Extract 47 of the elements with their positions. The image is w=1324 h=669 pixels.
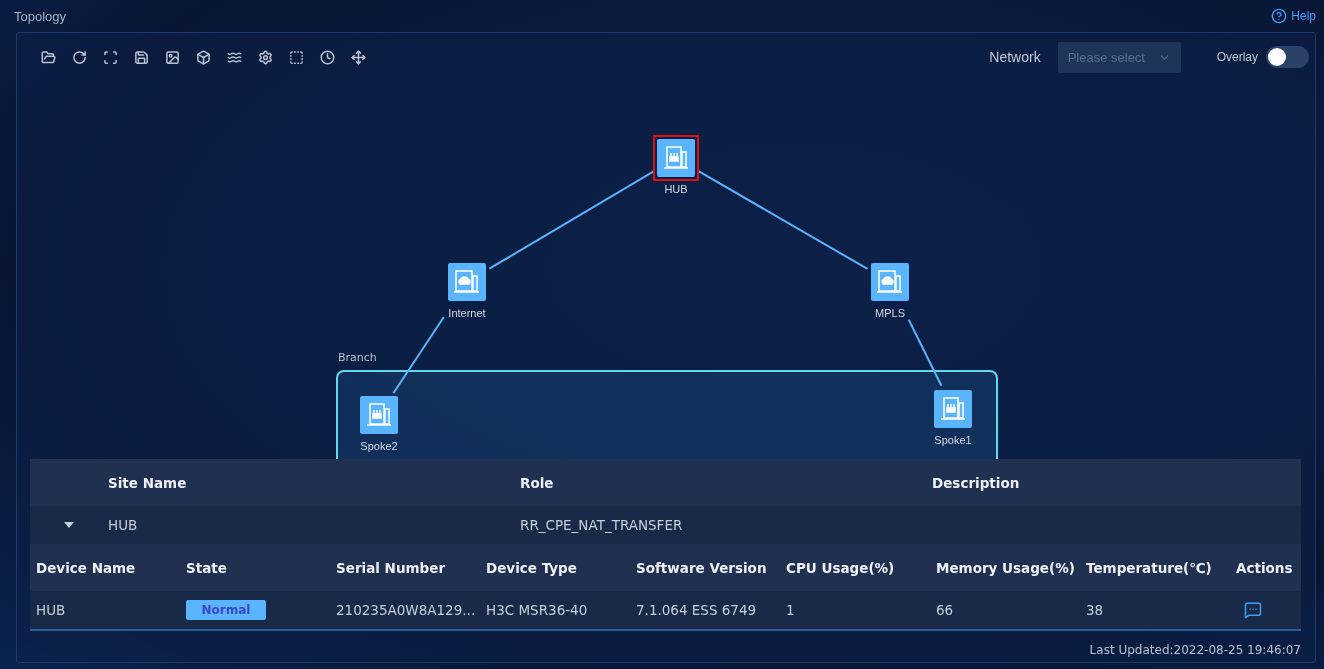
column-header: CPU Usage(%) xyxy=(786,559,896,576)
last-updated-text: Last Updated:2022-08-25 19:46:07 xyxy=(1089,643,1301,657)
column-header: Device Name xyxy=(36,559,137,576)
column-header: State xyxy=(186,559,228,576)
column-header: Description xyxy=(932,474,1021,491)
group-label: Branch xyxy=(338,351,377,364)
overlay-toggle[interactable] xyxy=(1266,46,1309,68)
column-header: Memory Usage(%) xyxy=(936,559,1076,576)
column-header: Serial Number xyxy=(336,559,447,576)
table-cell-text: RR_CPE_NAT_TRANSFER xyxy=(520,517,684,533)
table-cell-text: H3C MSR36-40 xyxy=(486,602,589,618)
help-icon[interactable] xyxy=(1271,8,1288,24)
node-label: Spoke1 xyxy=(934,434,972,446)
column-header: Temperature(℃) xyxy=(1086,559,1213,576)
folder-icon[interactable] xyxy=(39,48,57,66)
table-cell-text: 38 xyxy=(1086,602,1105,618)
image-icon[interactable] xyxy=(163,48,181,66)
fit-view-icon[interactable] xyxy=(101,48,119,66)
column-header: Role xyxy=(520,474,555,491)
table-cell-text: 7.1.064 ESS 6749 xyxy=(636,602,758,618)
node-label: MPLS xyxy=(875,307,905,319)
table-cell-text: 210235A0W8A129... xyxy=(336,602,477,618)
link-line xyxy=(907,318,943,387)
clock-icon[interactable] xyxy=(318,48,336,66)
column-header: Actions xyxy=(1236,559,1294,576)
router-node-icon[interactable] xyxy=(653,135,699,181)
column-header: Software Version xyxy=(636,559,768,576)
help-link[interactable]: Help xyxy=(1271,8,1316,24)
page-title: Topology xyxy=(14,8,67,24)
table-cell-text: 66 xyxy=(936,602,955,618)
network-label: Network xyxy=(989,49,1041,65)
table-cell-text: 1 xyxy=(786,602,796,618)
overlay-label: Overlay xyxy=(1216,50,1258,64)
frame-icon[interactable] xyxy=(287,48,305,66)
node-label: Spoke2 xyxy=(360,440,398,452)
column-header: Site Name xyxy=(108,474,188,491)
node-label: HUB xyxy=(664,183,688,195)
settings-icon[interactable] xyxy=(256,48,274,66)
column-header: Device Type xyxy=(486,559,578,576)
table-cell-text: HUB xyxy=(108,517,139,533)
refresh-icon[interactable] xyxy=(70,48,88,66)
move-icon[interactable] xyxy=(349,48,367,66)
table-cell-text: HUB xyxy=(36,602,67,618)
state-badge: Normal xyxy=(186,600,266,620)
cube-icon[interactable] xyxy=(194,48,212,66)
node-label: Internet xyxy=(448,307,486,319)
save-icon[interactable] xyxy=(132,48,150,66)
